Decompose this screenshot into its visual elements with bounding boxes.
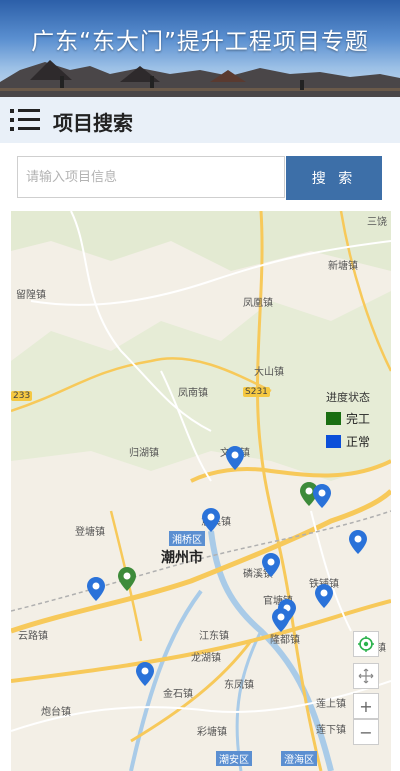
map-base-layer — [11, 211, 391, 771]
search-button[interactable]: 搜 索 — [286, 156, 382, 200]
place-label: 隆都镇 — [270, 635, 300, 646]
menu-icon[interactable] — [10, 108, 40, 132]
legend-item-completed: 完工 — [326, 410, 386, 427]
move-icon — [358, 668, 374, 684]
place-label: 莲下镇 — [316, 725, 346, 736]
place-label: 东凤镇 — [224, 680, 254, 691]
project-pin[interactable] — [262, 553, 280, 577]
pan-button[interactable] — [353, 663, 379, 689]
project-pin[interactable] — [87, 577, 105, 601]
place-label: 炮台镇 — [41, 707, 71, 718]
legend-label: 完工 — [346, 412, 371, 426]
road-shield: 233 — [11, 391, 33, 401]
city-label: 潮州市 — [161, 550, 203, 566]
map-view[interactable]: 三饶 留隍镇 新塘镇 凤凰镇 大山镇 凤南镇 归湖镇 文祠镇 登塘镇 意溪镇 潮… — [11, 211, 391, 771]
locate-button[interactable] — [353, 631, 379, 657]
header-banner: 广东“东大门”提升工程项目专题 — [0, 0, 400, 97]
place-label: 新塘镇 — [328, 261, 358, 272]
place-label: 留隍镇 — [16, 290, 46, 301]
project-pin[interactable] — [226, 446, 244, 470]
section-header: 项目搜索 — [0, 97, 400, 143]
place-label: 江东镇 — [199, 631, 229, 642]
place-label: 彩塘镇 — [197, 727, 227, 738]
project-pin[interactable] — [118, 567, 136, 591]
project-pin[interactable] — [136, 662, 154, 686]
zoom-out-button[interactable]: − — [353, 719, 379, 745]
legend-title: 进度状态 — [326, 391, 370, 404]
status-legend: 进度状态 完工 正常 — [326, 389, 386, 456]
place-label: 云路镇 — [18, 631, 48, 642]
place-label: 登塘镇 — [75, 527, 105, 538]
locate-icon — [358, 636, 374, 652]
place-label: 大山镇 — [254, 367, 284, 378]
project-pin[interactable] — [272, 608, 290, 632]
app-title: 广东“东大门”提升工程项目专题 — [31, 29, 369, 55]
place-label: 三饶 — [367, 217, 387, 228]
district-label: 潮安区 — [216, 751, 252, 766]
search-input[interactable] — [17, 156, 285, 198]
place-label: 凤凰镇 — [243, 298, 273, 309]
project-pin[interactable] — [313, 484, 331, 508]
banner-building-image — [0, 60, 400, 97]
place-label: 凤南镇 — [178, 388, 208, 399]
legend-swatch — [326, 412, 341, 425]
district-label: 湘桥区 — [169, 531, 205, 546]
place-label: 莲上镇 — [316, 699, 346, 710]
district-label: 澄海区 — [281, 751, 317, 766]
place-label: 归湖镇 — [129, 448, 159, 459]
legend-label: 正常 — [346, 435, 371, 449]
place-label: 龙湖镇 — [191, 653, 221, 664]
project-pin[interactable] — [315, 584, 333, 608]
legend-item-normal: 正常 — [326, 433, 386, 450]
place-label: 金石镇 — [163, 689, 193, 700]
search-bar: 搜 索 — [17, 156, 382, 200]
zoom-in-button[interactable]: + — [353, 693, 379, 719]
road-shield: S231 — [243, 387, 270, 397]
section-title: 项目搜索 — [53, 111, 133, 135]
project-pin[interactable] — [202, 508, 220, 532]
project-pin[interactable] — [349, 530, 367, 554]
legend-swatch — [326, 435, 341, 448]
